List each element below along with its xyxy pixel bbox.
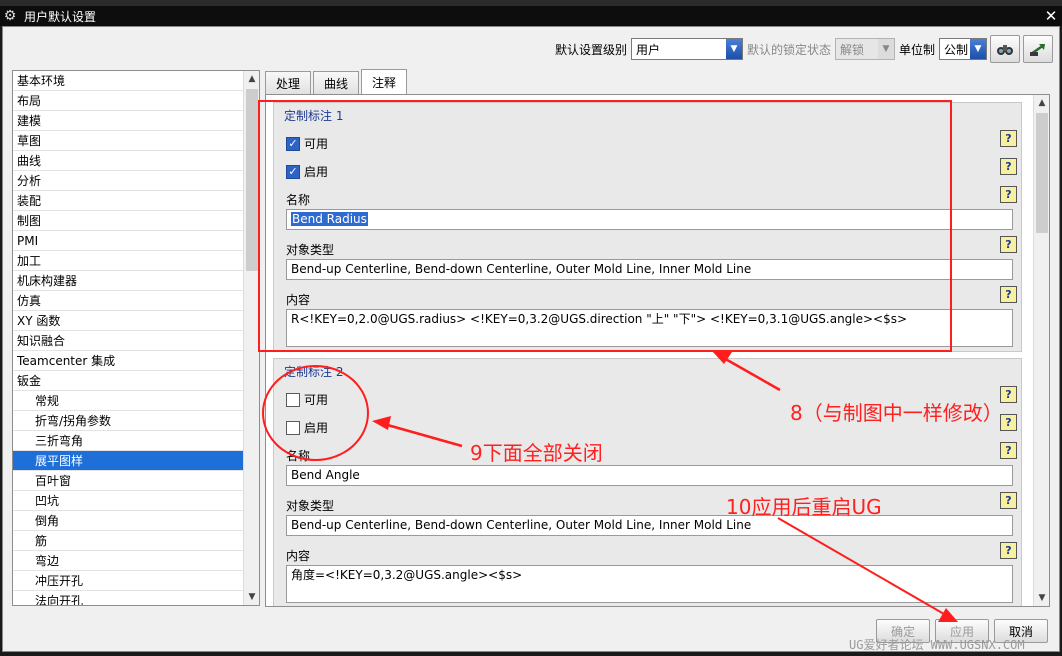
annotation-arrows xyxy=(372,351,958,622)
annotation-step-10: 10应用后重启UG xyxy=(726,495,882,519)
annotation-step-9: 9下面全部关闭 xyxy=(470,441,603,465)
annotation-step-8: 8（与制图中一样修改） xyxy=(790,401,1003,425)
watermark: UG爱好者论坛 WWW.UGSNX.COM xyxy=(849,638,1025,652)
